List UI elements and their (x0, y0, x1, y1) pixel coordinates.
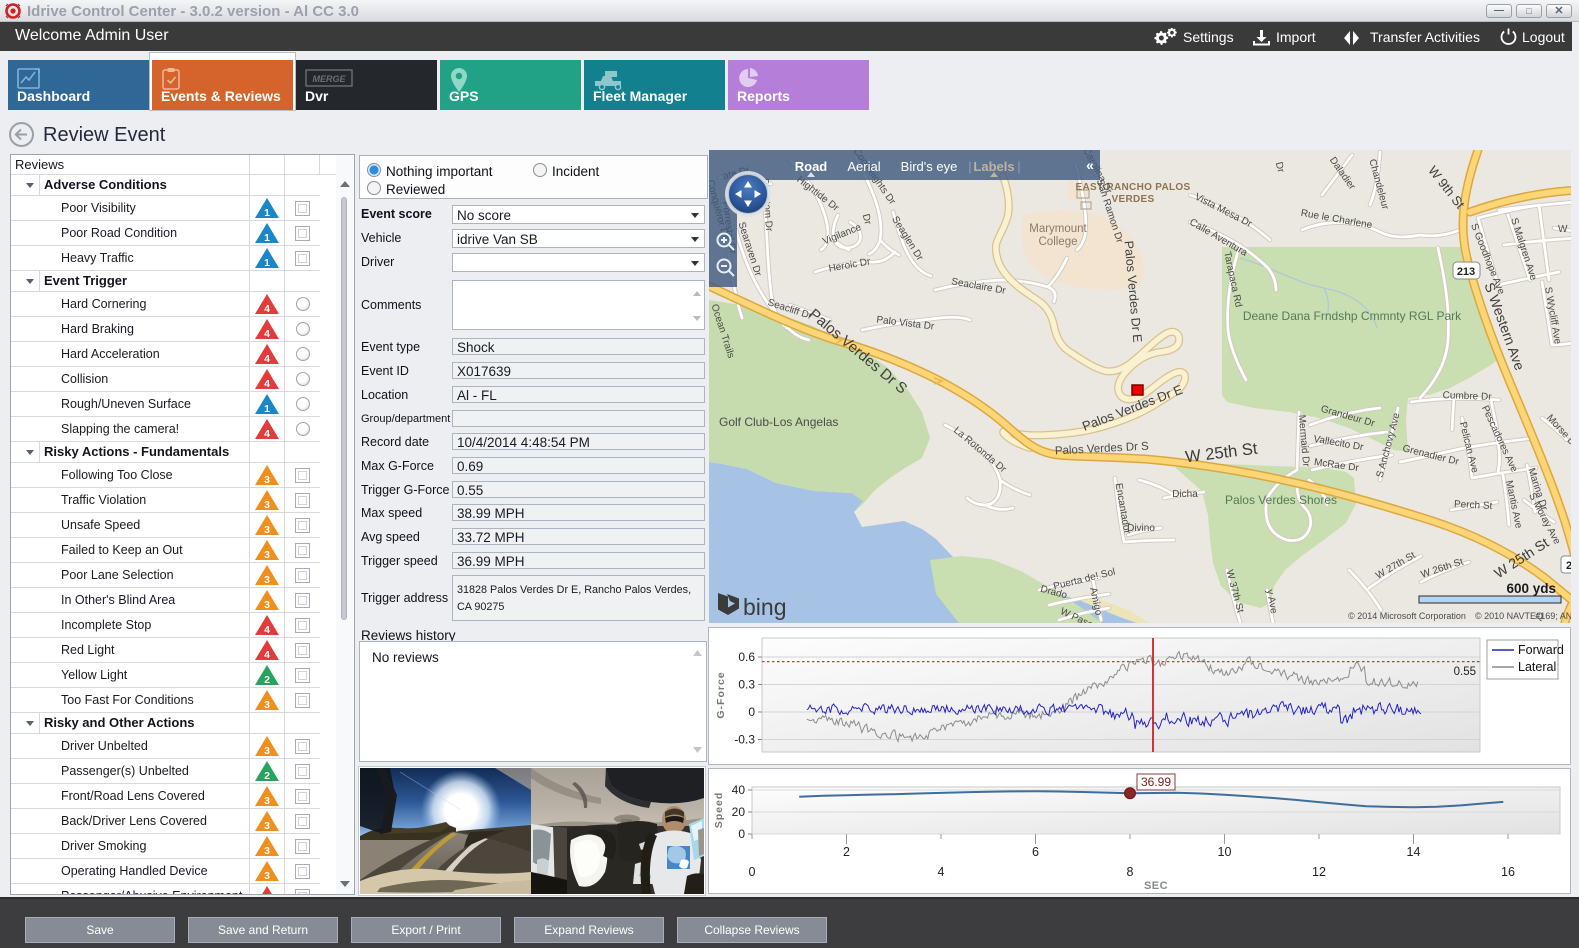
svg-text:EAST RANCHO PALOS: EAST RANCHO PALOS (1076, 182, 1191, 193)
svg-text:213: 213 (1457, 266, 1475, 278)
svg-text:|: | (968, 159, 971, 174)
svg-text:Cumbre Dr: Cumbre Dr (1442, 390, 1492, 403)
svg-text:Palos Verdes Shores: Palos Verdes Shores (1225, 493, 1337, 507)
svg-text:-0.3: -0.3 (734, 733, 755, 747)
svg-text:40: 40 (732, 783, 746, 797)
svg-text:© 2014 Microsoft Corporation: © 2014 Microsoft Corporation (1348, 611, 1466, 621)
svg-text:Speed: Speed (713, 792, 725, 829)
svg-text:600 yds: 600 yds (1506, 581, 1556, 596)
svg-text:G-Force: G-Force (715, 671, 727, 718)
svg-text:4: 4 (938, 865, 945, 879)
svg-text:Lateral: Lateral (1518, 660, 1556, 674)
svg-text:Dicha: Dicha (1172, 489, 1198, 500)
svg-text:«: « (1086, 157, 1094, 173)
svg-text:W 10t: W 10t (1558, 224, 1571, 235)
svg-text:2: 2 (1566, 560, 1571, 572)
svg-text:Forward: Forward (1518, 643, 1564, 657)
svg-text:0: 0 (748, 705, 755, 719)
svg-text:0.3: 0.3 (738, 678, 755, 692)
svg-text:Aerial: Aerial (847, 159, 880, 174)
svg-text:12: 12 (1312, 865, 1326, 879)
svg-text:Golf Club-Los Angelas: Golf Club-Los Angelas (719, 415, 838, 429)
svg-text:0: 0 (749, 865, 756, 879)
svg-text:MERGE: MERGE (312, 74, 346, 84)
svg-text:0.6: 0.6 (738, 650, 755, 664)
svg-text:8: 8 (1127, 865, 1134, 879)
svg-text:Divino: Divino (1127, 523, 1155, 534)
svg-text:© 2010 NAVTEQ: © 2010 NAVTEQ (1475, 611, 1543, 621)
svg-text:Marymount: Marymount (1029, 223, 1087, 235)
svg-text:Labels: Labels (973, 159, 1014, 174)
svg-text:20: 20 (732, 805, 746, 819)
svg-text:Bird's eye: Bird's eye (901, 159, 958, 174)
svg-text:Road: Road (795, 159, 828, 174)
svg-text:14: 14 (1407, 845, 1421, 859)
svg-text:SEC: SEC (1144, 880, 1168, 892)
svg-text:VERDES: VERDES (1112, 194, 1155, 205)
svg-text:© AND#169; AND: © AND#169; AND (1535, 611, 1571, 621)
svg-text:bing: bing (743, 594, 786, 620)
svg-text:0.55: 0.55 (1454, 666, 1476, 678)
svg-text:6: 6 (1032, 845, 1039, 859)
svg-text:College: College (1039, 236, 1078, 248)
svg-text:0: 0 (738, 827, 745, 841)
svg-text:10: 10 (1218, 845, 1232, 859)
svg-text:16: 16 (1501, 865, 1515, 879)
svg-text:2: 2 (843, 845, 850, 859)
svg-text:Perch St: Perch St (1454, 499, 1493, 512)
svg-text:36.99: 36.99 (1141, 775, 1171, 789)
svg-text:Deane Dana Frndshp Cmmnty RGL: Deane Dana Frndshp Cmmnty RGL Park (1243, 309, 1462, 323)
svg-text:|: | (1017, 159, 1020, 174)
